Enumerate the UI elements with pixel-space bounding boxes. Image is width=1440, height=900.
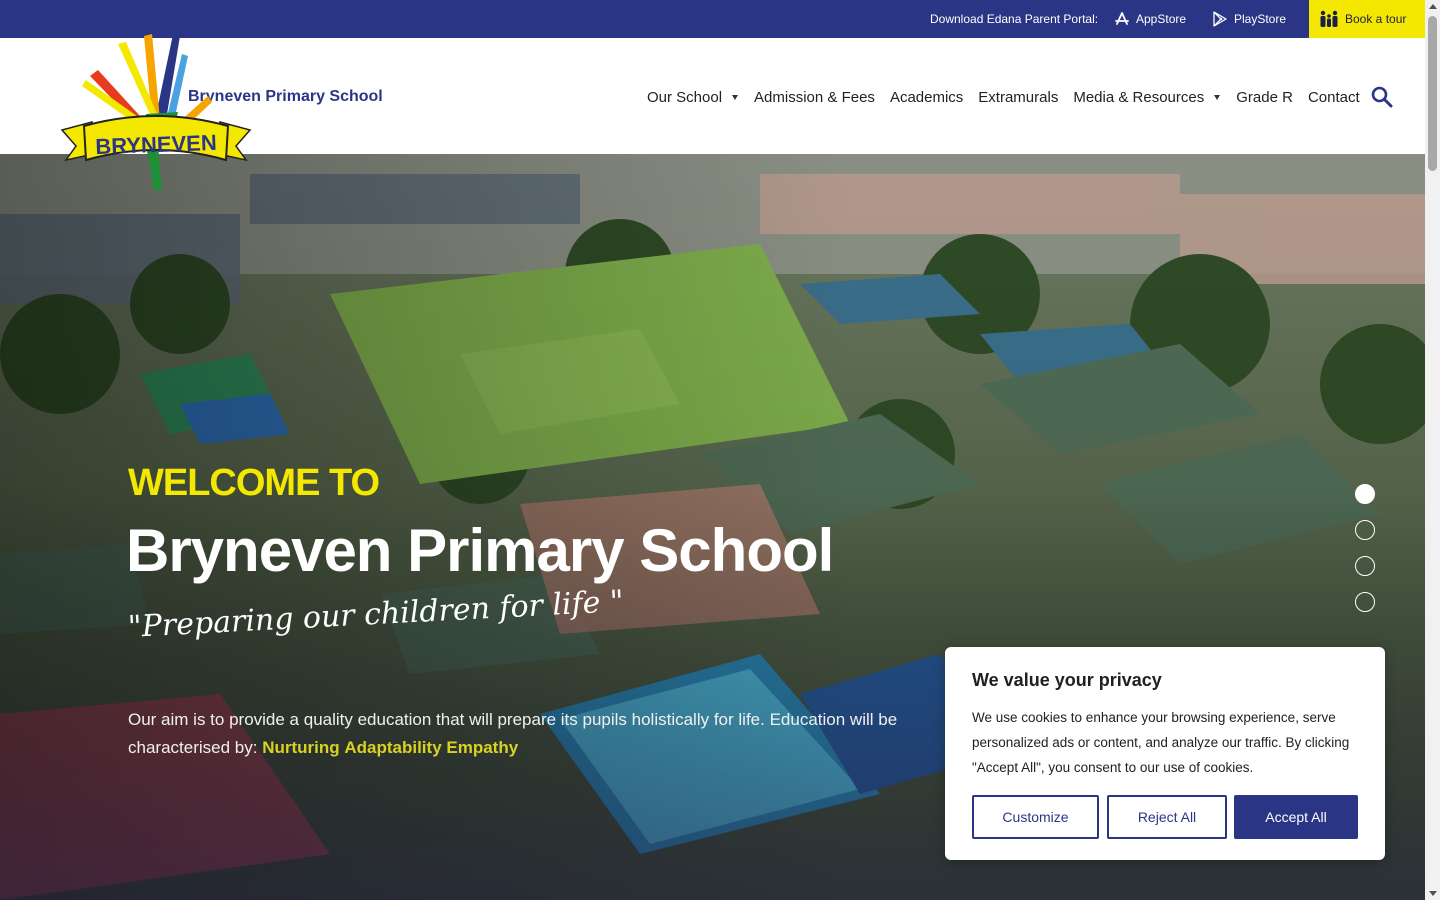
- book-tour-label: Book a tour: [1345, 12, 1407, 26]
- cookie-body: We use cookies to enhance your browsing …: [972, 710, 1350, 775]
- nav-label: Extramurals: [978, 89, 1059, 106]
- appstore-icon: [1115, 12, 1129, 25]
- nav-label: Media & Resources: [1073, 89, 1205, 106]
- slider-dot-2[interactable]: [1355, 520, 1375, 540]
- scroll-up-arrow-icon[interactable]: [1429, 4, 1437, 9]
- keyword-nurturing: Nurturing: [262, 738, 340, 757]
- school-logo[interactable]: BRYNEVEN: [58, 14, 254, 194]
- slider-dot-1[interactable]: [1355, 484, 1375, 504]
- scroll-down-arrow-icon[interactable]: [1429, 891, 1437, 896]
- search-icon[interactable]: [1371, 86, 1393, 108]
- nav-label: Academics: [889, 89, 964, 106]
- keyword-empathy: Empathy: [446, 738, 519, 757]
- logo-text: BRYNEVEN: [95, 130, 217, 159]
- nav-academics[interactable]: Academics: [890, 89, 963, 106]
- nav-media-resources[interactable]: Media & Resources: [1073, 89, 1221, 106]
- hero-welcome: WELCOME TO: [128, 462, 380, 504]
- nav-our-school[interactable]: Our School: [647, 89, 739, 106]
- slider-dot-3[interactable]: [1355, 556, 1375, 576]
- playstore-icon: [1213, 11, 1227, 27]
- customize-button[interactable]: Customize: [972, 795, 1099, 839]
- reject-all-button[interactable]: Reject All: [1107, 795, 1227, 839]
- caret-down-icon: [1214, 95, 1221, 100]
- slider-pagination: [1355, 484, 1375, 612]
- playstore-link[interactable]: PlayStore: [1212, 11, 1286, 27]
- nav-admission-fees[interactable]: Admission & Fees: [754, 89, 875, 106]
- keyword-adaptability: Adaptability: [344, 738, 442, 757]
- nav-contact[interactable]: Contact: [1308, 89, 1360, 106]
- hero-title: Bryneven Primary School: [126, 517, 834, 584]
- appstore-label: AppStore: [1136, 12, 1187, 26]
- book-tour-button[interactable]: Book a tour: [1309, 0, 1425, 38]
- nav-extramurals[interactable]: Extramurals: [978, 89, 1058, 106]
- nav-label: Our School: [647, 89, 723, 106]
- family-icon: [1320, 10, 1338, 27]
- appstore-link[interactable]: AppStore: [1114, 11, 1186, 27]
- nav-grade-r[interactable]: Grade R: [1236, 89, 1293, 106]
- nav-label: Contact: [1307, 89, 1360, 106]
- main-nav: Our School Admission & Fees Academics Ex…: [647, 89, 1360, 106]
- parent-portal-label: Download Edana Parent Portal:: [930, 12, 1099, 26]
- accept-all-button[interactable]: Accept All: [1234, 795, 1358, 839]
- cookie-consent-banner: We value your privacy We use cookies to …: [945, 647, 1385, 860]
- cookie-title: We value your privacy: [972, 670, 1162, 690]
- playstore-label: PlayStore: [1234, 12, 1287, 26]
- slider-dot-4[interactable]: [1355, 592, 1375, 612]
- nav-label: Admission & Fees: [754, 89, 875, 106]
- hero-aim-text: Our aim is to provide a quality educatio…: [128, 706, 898, 762]
- page-scrollbar[interactable]: [1425, 0, 1440, 900]
- caret-down-icon: [732, 95, 739, 100]
- nav-label: Grade R: [1236, 89, 1293, 106]
- scroll-thumb[interactable]: [1428, 16, 1437, 171]
